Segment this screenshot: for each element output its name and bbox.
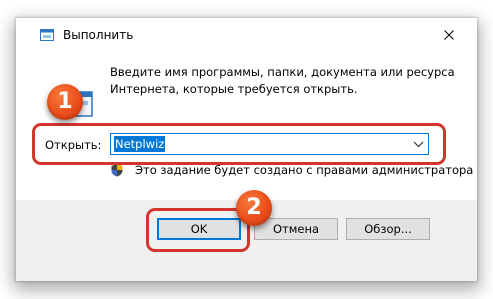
description: Введите имя программы, папки, документа …: [110, 64, 455, 98]
admin-note: Это задание будет создано с правами адми…: [135, 163, 474, 177]
run-icon: [40, 29, 54, 41]
cancel-button[interactable]: Отмена: [254, 218, 338, 240]
uac-shield-icon: [111, 164, 123, 177]
title-bar[interactable]: Выполнить: [16, 18, 477, 52]
close-button[interactable]: [436, 22, 462, 48]
browse-button[interactable]: Обзор...: [346, 218, 430, 240]
close-icon: [444, 30, 454, 40]
step-1-badge: 1: [47, 84, 83, 120]
open-row-highlight: [32, 123, 446, 165]
description-line-1: Введите имя программы, папки, документа …: [110, 65, 455, 79]
step-2-badge: 2: [236, 190, 272, 226]
description-line-2: Интернета, которые требуется открыть.: [110, 82, 358, 96]
ok-button-highlight: [146, 208, 250, 252]
window-title: Выполнить: [63, 28, 134, 42]
